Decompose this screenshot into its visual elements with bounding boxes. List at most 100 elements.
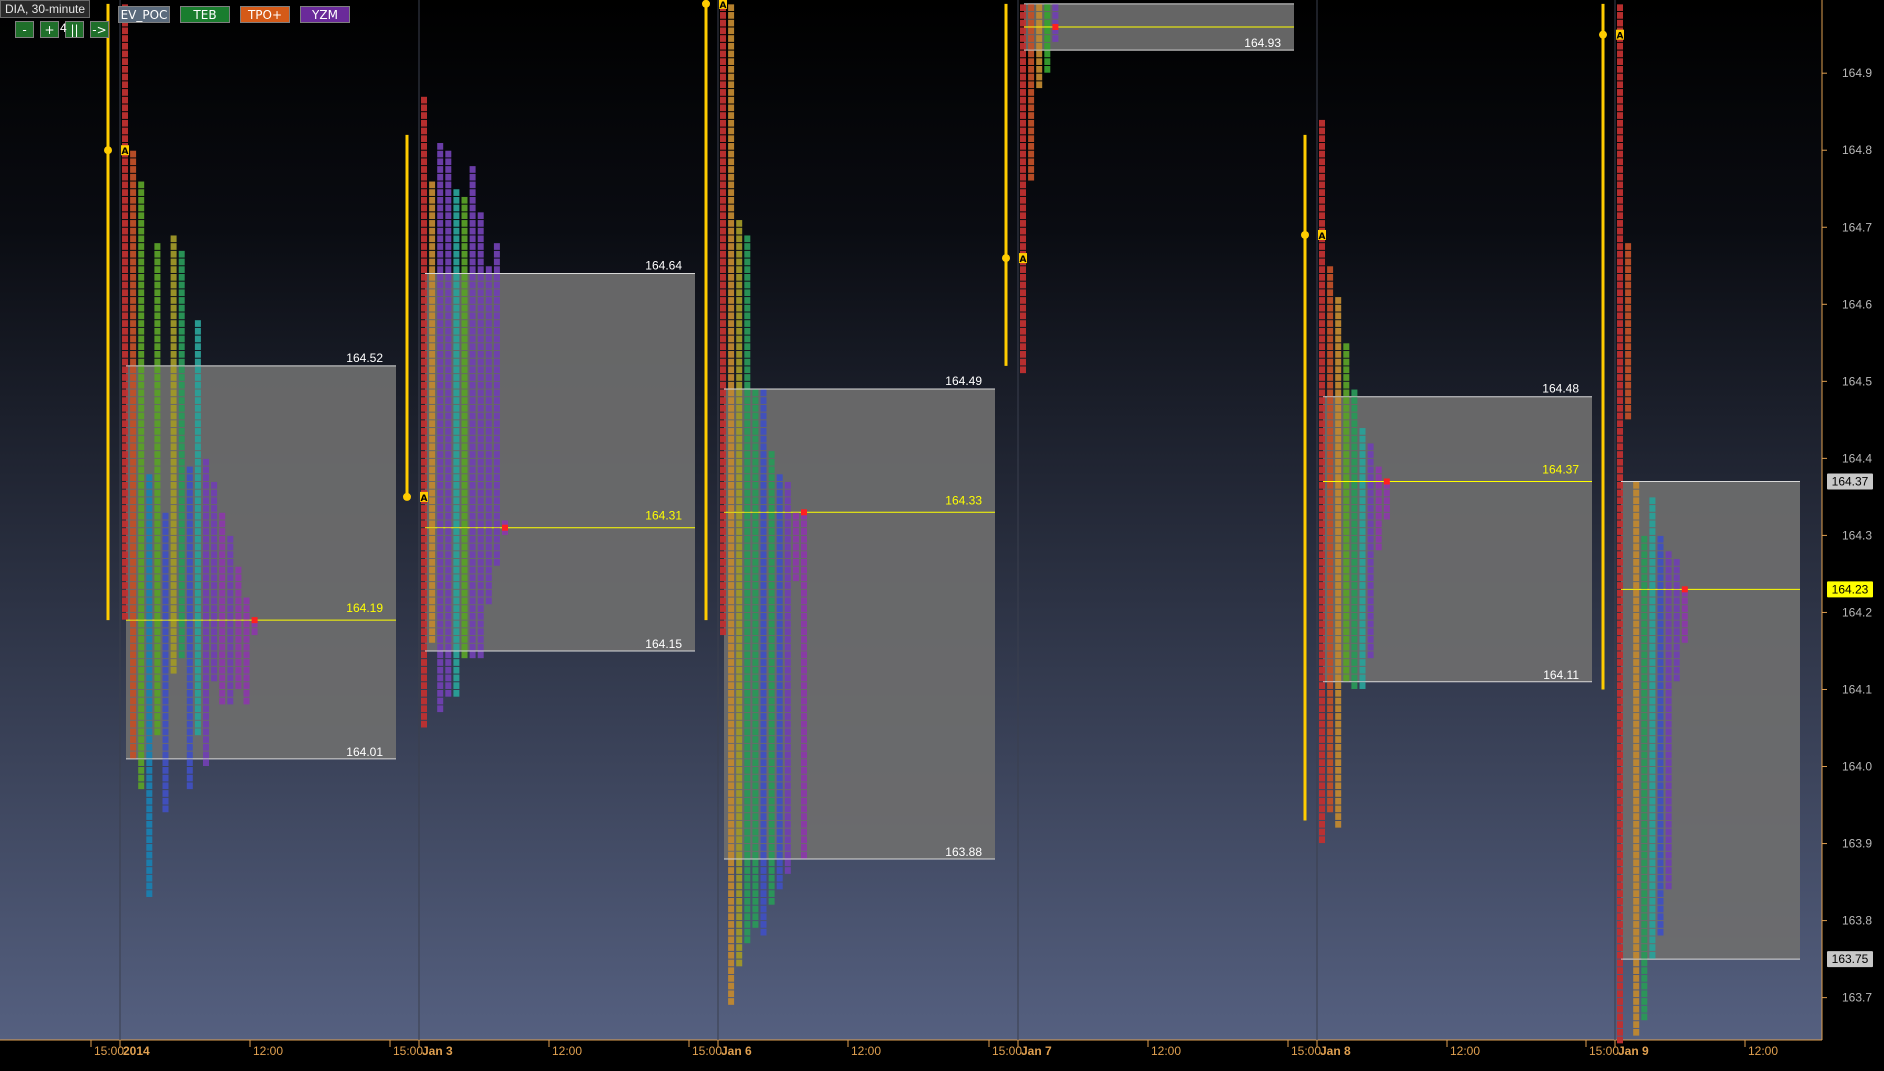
indicator-tag-teb[interactable]: TEB <box>180 6 230 23</box>
tpo-block <box>429 528 436 535</box>
tpo-block <box>728 458 735 466</box>
tpo-block <box>1335 566 1342 574</box>
tpo-block <box>728 266 735 273</box>
tpo-block <box>485 381 492 389</box>
tpo-block <box>1617 428 1623 435</box>
tpo-block <box>203 543 209 551</box>
tpo-block <box>720 35 726 42</box>
indicator-tag-yzm[interactable]: YZM <box>300 6 350 23</box>
pause-button[interactable]: || <box>65 21 84 38</box>
tpo-block <box>760 890 767 897</box>
tpo-block <box>469 451 476 458</box>
indicator-tag-ev-poc[interactable]: EV_POC <box>118 6 170 23</box>
tpo-block <box>744 389 751 397</box>
tpo-block <box>1319 559 1325 566</box>
tpo-block <box>752 743 759 751</box>
tpo-block <box>720 381 726 389</box>
tpo-block <box>1649 705 1656 713</box>
tpo-block <box>130 466 137 474</box>
tpo-block <box>1657 589 1664 597</box>
tpo-block <box>421 135 427 143</box>
tpo-block <box>760 797 767 805</box>
tpo-block <box>445 281 452 289</box>
tpo-block <box>429 397 436 404</box>
tpo-column-Z <box>1375 466 1382 551</box>
tpo-block <box>1649 905 1656 913</box>
tpo-block <box>768 874 775 882</box>
tpo-block <box>801 720 807 728</box>
tpo-block <box>154 312 161 320</box>
tpo-block <box>162 535 169 543</box>
chart-canvas[interactable]: AAAAAA164.52164.01164.19164.64164.15164.… <box>0 0 1884 1071</box>
market-profile-chart[interactable]: A A A A A A 164.52 164.01 164.19 164.64 164.15 164.… <box>0 0 1884 1071</box>
open-dot <box>1002 254 1010 263</box>
tpo-block <box>146 697 153 705</box>
scroll-right-button[interactable]: -> <box>90 21 109 38</box>
tpo-block <box>154 243 161 250</box>
tpo-block <box>219 666 226 674</box>
tpo-block <box>1617 366 1623 374</box>
tpo-block <box>1617 751 1623 759</box>
tpo-block <box>776 782 783 790</box>
zoom-in-button[interactable]: + <box>40 21 59 38</box>
tpo-block <box>227 659 234 666</box>
tpo-block <box>801 543 807 551</box>
tpo-block <box>138 651 145 659</box>
tpo-block <box>801 689 807 697</box>
tpo-block <box>736 235 743 243</box>
time-tick-label: Jan 8 <box>1320 1044 1351 1058</box>
tpo-block <box>162 559 169 566</box>
tpo-block <box>461 220 468 227</box>
tpo-block <box>130 481 137 489</box>
tpo-block <box>1625 258 1632 266</box>
tpo-block <box>768 751 775 759</box>
tpo-block <box>768 713 775 720</box>
zoom-out-button[interactable]: - <box>15 21 34 38</box>
tpo-block <box>437 220 444 227</box>
tpo-block <box>1335 767 1342 774</box>
tpo-block <box>227 643 234 651</box>
tpo-block <box>1617 412 1623 420</box>
tpo-column-I <box>146 474 153 897</box>
tpo-block <box>1335 512 1342 520</box>
tpo-block <box>445 158 452 166</box>
tpo-block <box>1343 343 1350 351</box>
tpo-block <box>1367 474 1374 481</box>
tpo-block <box>1327 797 1334 805</box>
tpo-block <box>1343 512 1350 520</box>
tpo-column-D <box>736 220 743 967</box>
tpo-block <box>146 566 153 574</box>
tpo-block <box>461 543 468 551</box>
tpo-block <box>211 512 218 520</box>
tpo-block <box>146 805 153 813</box>
tpo-block <box>1343 651 1350 659</box>
tpo-block <box>1633 597 1640 605</box>
tpo-block <box>1028 119 1035 127</box>
indicator-tag-tpo-[interactable]: TPO+ <box>240 6 290 23</box>
tpo-block <box>122 73 128 81</box>
tpo-block <box>1359 597 1366 605</box>
tpo-block <box>728 189 735 196</box>
tpo-block <box>122 412 128 420</box>
tpo-block <box>493 451 500 458</box>
tpo-block <box>437 212 444 220</box>
tpo-block <box>1617 998 1623 1005</box>
tpo-block <box>760 389 767 397</box>
tpo-block <box>728 928 735 936</box>
tpo-block <box>1335 535 1342 543</box>
tpo-block <box>1028 112 1035 119</box>
tpo-block <box>784 666 791 674</box>
tpo-block <box>170 474 177 481</box>
tpo-block <box>421 250 427 258</box>
tpo-block <box>752 458 759 466</box>
tpo-block <box>485 481 492 489</box>
tpo-block <box>768 666 775 674</box>
tpo-block <box>437 166 444 173</box>
tpo-block <box>170 258 177 266</box>
tpo-block <box>429 520 436 528</box>
tpo-block <box>720 50 726 58</box>
tpo-block <box>728 451 735 458</box>
tpo-block <box>1367 512 1374 520</box>
tpo-block <box>429 420 436 428</box>
tpo-block <box>461 412 468 420</box>
